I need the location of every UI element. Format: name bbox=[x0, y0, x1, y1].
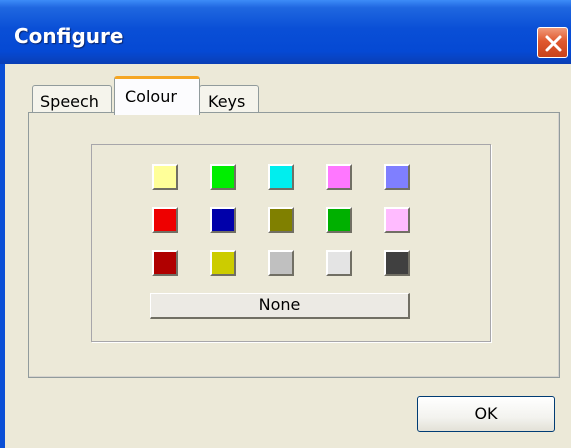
colour-swatch[interactable] bbox=[384, 164, 410, 190]
title-bar[interactable]: Configure bbox=[0, 0, 571, 64]
tab-keys[interactable]: Keys bbox=[199, 85, 259, 113]
colour-swatch[interactable] bbox=[268, 250, 294, 276]
window-frame-left bbox=[0, 64, 5, 448]
colour-swatch[interactable] bbox=[152, 207, 178, 233]
colour-swatch[interactable] bbox=[384, 250, 410, 276]
tab-keys-label: Keys bbox=[208, 92, 246, 111]
colour-swatch[interactable] bbox=[384, 207, 410, 233]
colour-group-box: None bbox=[91, 144, 491, 342]
colour-swatch[interactable] bbox=[152, 250, 178, 276]
colour-swatch[interactable] bbox=[152, 164, 178, 190]
window-title: Configure bbox=[14, 24, 124, 48]
tab-colour-label: Colour bbox=[125, 87, 177, 106]
colour-swatch[interactable] bbox=[268, 207, 294, 233]
configure-window: Configure Speech Colour Keys None OK bbox=[0, 0, 571, 448]
ok-button[interactable]: OK bbox=[417, 396, 555, 432]
colour-swatch[interactable] bbox=[326, 164, 352, 190]
tab-speech[interactable]: Speech bbox=[32, 85, 112, 113]
colour-swatch[interactable] bbox=[326, 250, 352, 276]
colour-swatch[interactable] bbox=[326, 207, 352, 233]
colour-tab-panel: None bbox=[28, 112, 560, 378]
none-colour-button[interactable]: None bbox=[150, 293, 410, 319]
tab-speech-label: Speech bbox=[40, 92, 99, 111]
colour-swatch[interactable] bbox=[210, 207, 236, 233]
colour-swatch[interactable] bbox=[268, 164, 294, 190]
colour-swatch[interactable] bbox=[210, 250, 236, 276]
colour-swatch[interactable] bbox=[210, 164, 236, 190]
close-button[interactable] bbox=[537, 27, 568, 58]
tab-colour[interactable]: Colour bbox=[114, 76, 200, 115]
